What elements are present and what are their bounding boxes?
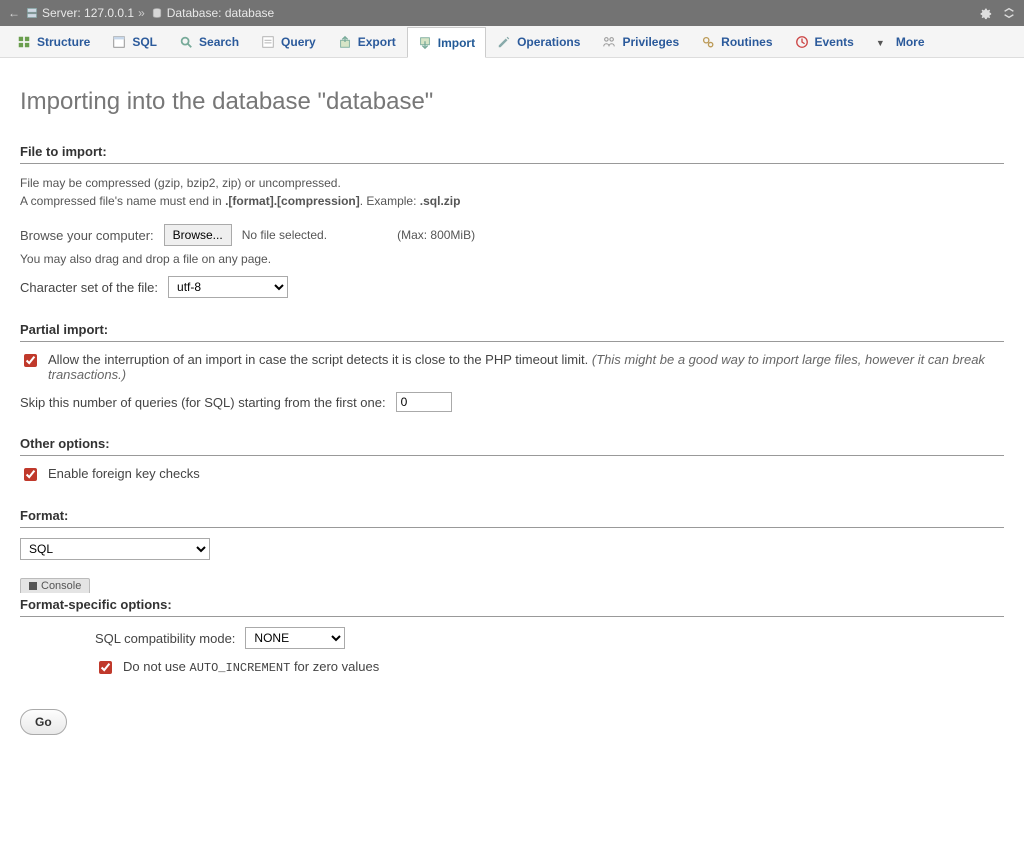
database-label: Database: xyxy=(167,6,222,20)
section-format: Format: xyxy=(20,508,1004,528)
skip-queries-input[interactable] xyxy=(396,392,452,412)
browse-button[interactable]: Browse... xyxy=(164,224,232,246)
auto-inc-code: AUTO_INCREMENT xyxy=(190,661,291,675)
auto-increment-checkbox[interactable] xyxy=(99,661,112,674)
import-icon xyxy=(418,36,432,50)
format-select[interactable]: SQL xyxy=(20,538,210,560)
tab-operations[interactable]: Operations xyxy=(486,26,591,57)
gear-icon[interactable] xyxy=(978,6,992,20)
server-label: Server: xyxy=(42,6,81,20)
max-size: (Max: 800MiB) xyxy=(397,228,475,242)
main-content: Importing into the database "database" F… xyxy=(0,58,1024,759)
console-icon xyxy=(29,582,37,590)
database-icon xyxy=(151,7,163,19)
breadcrumb-sep: » xyxy=(138,6,145,20)
tab-label: Structure xyxy=(37,35,90,49)
section-other-options: Other options: xyxy=(20,436,1004,456)
sql-icon xyxy=(112,35,126,49)
allow-interrupt-text: Allow the interruption of an import in c… xyxy=(48,352,1004,382)
tab-more[interactable]: ▼ More xyxy=(865,26,936,57)
sql-compat-label: SQL compatibility mode: xyxy=(95,631,235,646)
server-value[interactable]: 127.0.0.1 xyxy=(84,6,134,20)
sql-compat-select[interactable]: NONE xyxy=(245,627,345,649)
breadcrumb-bar: ← Server: 127.0.0.1 » Database: database xyxy=(0,0,1024,26)
drag-drop-note: You may also drag and drop a file on any… xyxy=(20,252,1004,266)
file-note-line2c: . Example: xyxy=(360,194,420,208)
console-label: Console xyxy=(41,580,81,592)
fk-label: Enable foreign key checks xyxy=(48,466,200,481)
server-icon xyxy=(26,7,38,19)
search-icon xyxy=(179,35,193,49)
tab-routines[interactable]: Routines xyxy=(690,26,783,57)
database-value[interactable]: database xyxy=(225,6,274,20)
fk-checkbox[interactable] xyxy=(24,468,37,481)
back-arrow[interactable]: ← xyxy=(8,6,20,20)
auto-inc-text-b: for zero values xyxy=(290,659,379,674)
privileges-icon xyxy=(602,35,616,49)
file-note-format: .[format].[compression] xyxy=(225,194,360,208)
query-icon xyxy=(261,35,275,49)
tab-label: Query xyxy=(281,35,316,49)
allow-interrupt-checkbox[interactable] xyxy=(24,354,37,367)
tab-bar: Structure SQL Search Query Export Import Opera… xyxy=(0,26,1024,58)
structure-icon xyxy=(17,35,31,49)
export-icon xyxy=(338,35,352,49)
file-note-line2a: A compressed file's name must end in xyxy=(20,194,225,208)
tab-label: More xyxy=(896,35,925,49)
charset-label: Character set of the file: xyxy=(20,280,158,295)
tab-label: SQL xyxy=(132,35,157,49)
section-partial-import: Partial import: xyxy=(20,322,1004,342)
tab-sql[interactable]: SQL xyxy=(101,26,168,57)
tab-label: Events xyxy=(815,35,854,49)
no-file-selected: No file selected. xyxy=(242,228,327,242)
tab-search[interactable]: Search xyxy=(168,26,250,57)
tab-structure[interactable]: Structure xyxy=(6,26,101,57)
skip-queries-label: Skip this number of queries (for SQL) st… xyxy=(20,395,386,410)
auto-increment-label: Do not use AUTO_INCREMENT for zero value… xyxy=(123,659,379,675)
charset-select[interactable]: utf-8 xyxy=(168,276,288,298)
tab-import[interactable]: Import xyxy=(407,27,486,58)
tab-query[interactable]: Query xyxy=(250,26,327,57)
page-title: Importing into the database "database" xyxy=(20,88,1004,116)
file-compressed-note: File may be compressed (gzip, bzip2, zip… xyxy=(20,174,1004,210)
events-icon xyxy=(795,35,809,49)
tab-label: Search xyxy=(199,35,239,49)
tab-label: Export xyxy=(358,35,396,49)
tab-privileges[interactable]: Privileges xyxy=(591,26,690,57)
routines-icon xyxy=(701,35,715,49)
browse-label: Browse your computer: xyxy=(20,228,154,243)
more-icon: ▼ xyxy=(876,35,890,49)
file-note-example: .sql.zip xyxy=(420,194,461,208)
tab-label: Routines xyxy=(721,35,772,49)
allow-interrupt-label: Allow the interruption of an import in c… xyxy=(48,352,588,367)
console-tab[interactable]: Console xyxy=(20,578,90,593)
section-file-to-import: File to import: xyxy=(20,144,1004,164)
tab-label: Privileges xyxy=(622,35,679,49)
tab-events[interactable]: Events xyxy=(784,26,865,57)
tab-label: Operations xyxy=(517,35,580,49)
section-format-specific: Format-specific options: xyxy=(20,597,1004,617)
auto-inc-text-a: Do not use xyxy=(123,659,190,674)
go-button[interactable]: Go xyxy=(20,709,67,735)
tab-label: Import xyxy=(438,36,475,50)
collapse-icon[interactable] xyxy=(1002,6,1016,20)
file-note-line1: File may be compressed (gzip, bzip2, zip… xyxy=(20,176,341,190)
tab-export[interactable]: Export xyxy=(327,26,407,57)
operations-icon xyxy=(497,35,511,49)
